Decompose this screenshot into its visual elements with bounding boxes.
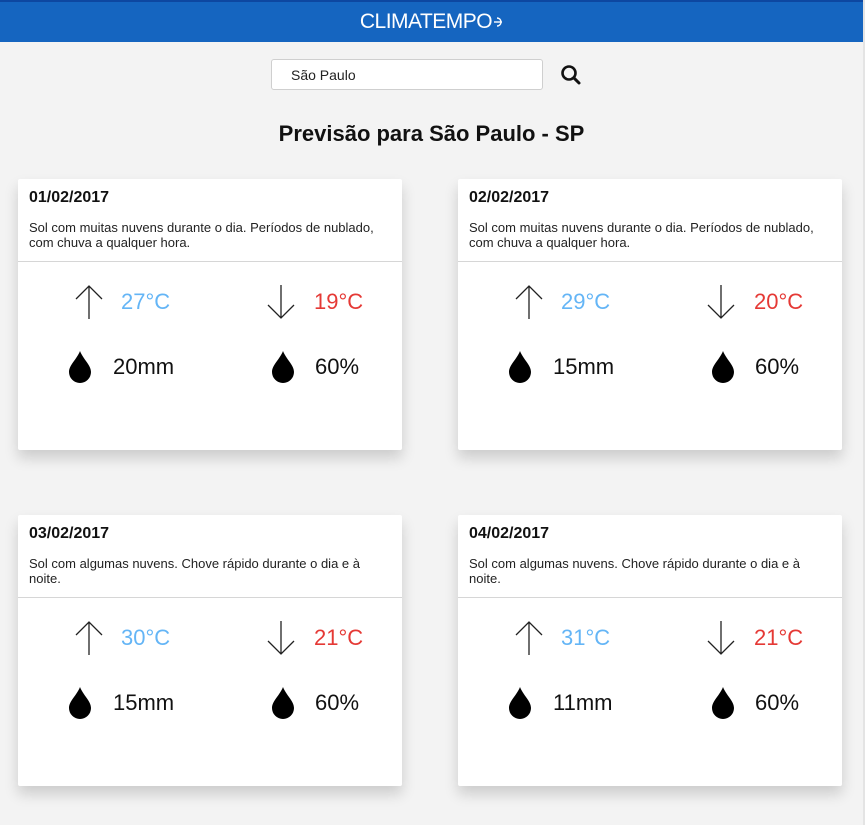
min-temperature: 19°C [314, 289, 364, 314]
forecast-description: Sol com muitas nuvens durante o dia. Per… [29, 220, 374, 250]
precipitation-value: 15mm [113, 690, 175, 715]
rain-drop-icon [69, 351, 91, 383]
card-divider [458, 261, 842, 262]
arrow-up-icon [515, 621, 543, 655]
arrow-down-icon [707, 621, 735, 655]
humidity-value: 60% [755, 354, 800, 379]
min-temperature: 21°C [314, 625, 364, 650]
humidity-drop-icon [272, 687, 294, 719]
card-divider [18, 597, 402, 598]
humidity-value: 60% [755, 690, 800, 715]
forecast-date: 04/02/2017 [469, 525, 550, 542]
forecast-date: 02/02/2017 [469, 189, 550, 206]
arrow-down-icon [267, 285, 295, 319]
precipitation-value: 15mm [553, 354, 615, 379]
climatempo-logo[interactable]: CLIMATEMPO [360, 10, 503, 34]
humidity-drop-icon [712, 351, 734, 383]
max-temperature: 27°C [121, 289, 171, 314]
forecast-card: 03/02/2017 Sol com algumas nuvens. Chove… [18, 515, 402, 786]
max-temperature: 29°C [561, 289, 611, 314]
rain-drop-icon [509, 687, 531, 719]
min-temperature: 20°C [754, 289, 804, 314]
city-search-input[interactable] [271, 59, 543, 90]
search-button[interactable] [557, 61, 585, 89]
min-temperature: 21°C [754, 625, 804, 650]
forecast-date: 01/02/2017 [29, 189, 110, 206]
card-divider [18, 261, 402, 262]
arrow-down-icon [707, 285, 735, 319]
humidity-drop-icon [712, 687, 734, 719]
humidity-value: 60% [315, 354, 360, 379]
rain-drop-icon [509, 351, 531, 383]
arrow-down-icon [267, 621, 295, 655]
max-temperature: 31°C [561, 625, 611, 650]
rain-drop-icon [69, 687, 91, 719]
forecast-description: Sol com muitas nuvens durante o dia. Per… [469, 220, 814, 250]
logo-mark-icon [494, 17, 503, 27]
card-divider [458, 597, 842, 598]
logo-text: CLIMATEMPO [359, 10, 493, 33]
arrow-up-icon [75, 621, 103, 655]
forecast-date: 03/02/2017 [29, 525, 110, 542]
precipitation-value: 20mm [113, 354, 175, 379]
forecast-description: Sol com algumas nuvens. Chove rápido dur… [469, 556, 800, 586]
forecast-card: 01/02/2017 Sol com muitas nuvens durante… [18, 179, 402, 450]
precipitation-value: 11mm [553, 690, 613, 715]
page-title: Previsão para São Paulo - SP [278, 121, 585, 146]
forecast-card: 02/02/2017 Sol com muitas nuvens durante… [458, 179, 842, 450]
max-temperature: 30°C [121, 625, 171, 650]
arrow-up-icon [515, 285, 543, 319]
forecast-card: 04/02/2017 Sol com algumas nuvens. Chove… [458, 515, 842, 786]
forecast-description: Sol com algumas nuvens. Chove rápido dur… [29, 556, 360, 586]
humidity-drop-icon [272, 351, 294, 383]
humidity-value: 60% [315, 690, 360, 715]
top-header: CLIMATEMPO [0, 0, 863, 42]
arrow-up-icon [75, 285, 103, 319]
search-icon [561, 65, 581, 85]
